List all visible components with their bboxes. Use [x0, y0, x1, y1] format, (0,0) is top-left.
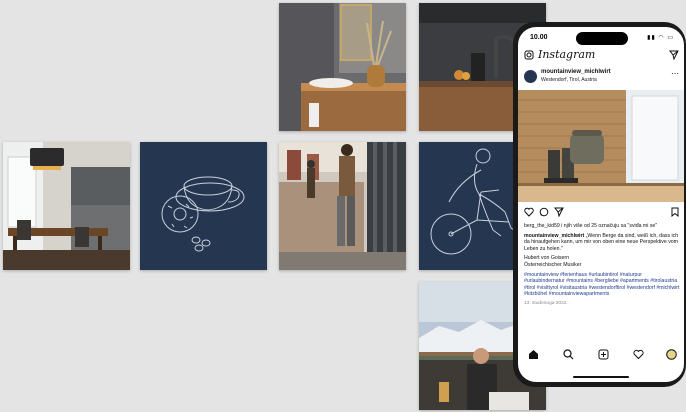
direct-message-icon[interactable]	[669, 50, 679, 60]
status-time: 10.00	[530, 34, 548, 41]
post-username[interactable]: mountainview_michlwirt	[541, 69, 611, 75]
camera-icon[interactable]	[524, 50, 534, 60]
likes-text[interactable]: berg_the_kid59 i njih više od 25 označuj…	[524, 223, 680, 230]
bookmark-icon[interactable]	[670, 207, 680, 217]
more-options-icon[interactable]: ⋯	[671, 69, 679, 78]
phone-mockup: 10.00 ▮▮ ◠ ▭ Instagram mountainview_mich…	[513, 22, 686, 387]
post-header: mountainview_michlwirt Westendorf, Tirol…	[518, 67, 684, 89]
photo-dining-room	[3, 142, 130, 270]
caption-username[interactable]: mountainview_michlwirt	[524, 233, 584, 239]
bottom-nav	[518, 347, 684, 367]
post-date: 13. studenoga 2022. ·	[524, 300, 571, 306]
phone-screen: 10.00 ▮▮ ◠ ▭ Instagram mountainview_mich…	[518, 27, 684, 382]
hashtags[interactable]: #mountainview #ferienhaus #urlaubintirol…	[524, 272, 680, 298]
dynamic-island	[576, 32, 628, 45]
home-icon[interactable]	[528, 349, 539, 360]
share-icon[interactable]	[554, 207, 564, 217]
post-actions	[524, 207, 680, 219]
profile-avatar-icon[interactable]	[666, 349, 677, 360]
comment-icon[interactable]	[539, 207, 549, 217]
post-image[interactable]	[518, 90, 684, 202]
status-icons: ▮▮ ◠ ▭	[647, 35, 674, 41]
instagram-logo[interactable]: Instagram	[538, 48, 595, 61]
illustration-coffee-donut	[140, 142, 267, 270]
home-indicator	[573, 376, 629, 378]
post-text: berg_the_kid59 i njih više od 25 označuj…	[524, 223, 680, 311]
photo-bathroom-sink	[279, 3, 406, 131]
post-location[interactable]: Westendorf, Tirol, Austria	[541, 77, 597, 83]
instagram-header: Instagram	[518, 47, 684, 65]
quote-author-desc: Österreichischer Musiker	[524, 261, 582, 268]
heart-icon[interactable]	[524, 207, 534, 217]
avatar[interactable]	[524, 70, 537, 83]
create-post-icon[interactable]	[598, 349, 609, 360]
photo-hiker-mural	[279, 142, 406, 270]
quote-author: Hubert von Goisern Österreichischer Musik…	[524, 255, 582, 268]
activity-heart-icon[interactable]	[633, 349, 644, 360]
caption: mountainview_michlwirt „Wenn Berge da si…	[524, 233, 680, 253]
search-icon[interactable]	[563, 349, 574, 360]
